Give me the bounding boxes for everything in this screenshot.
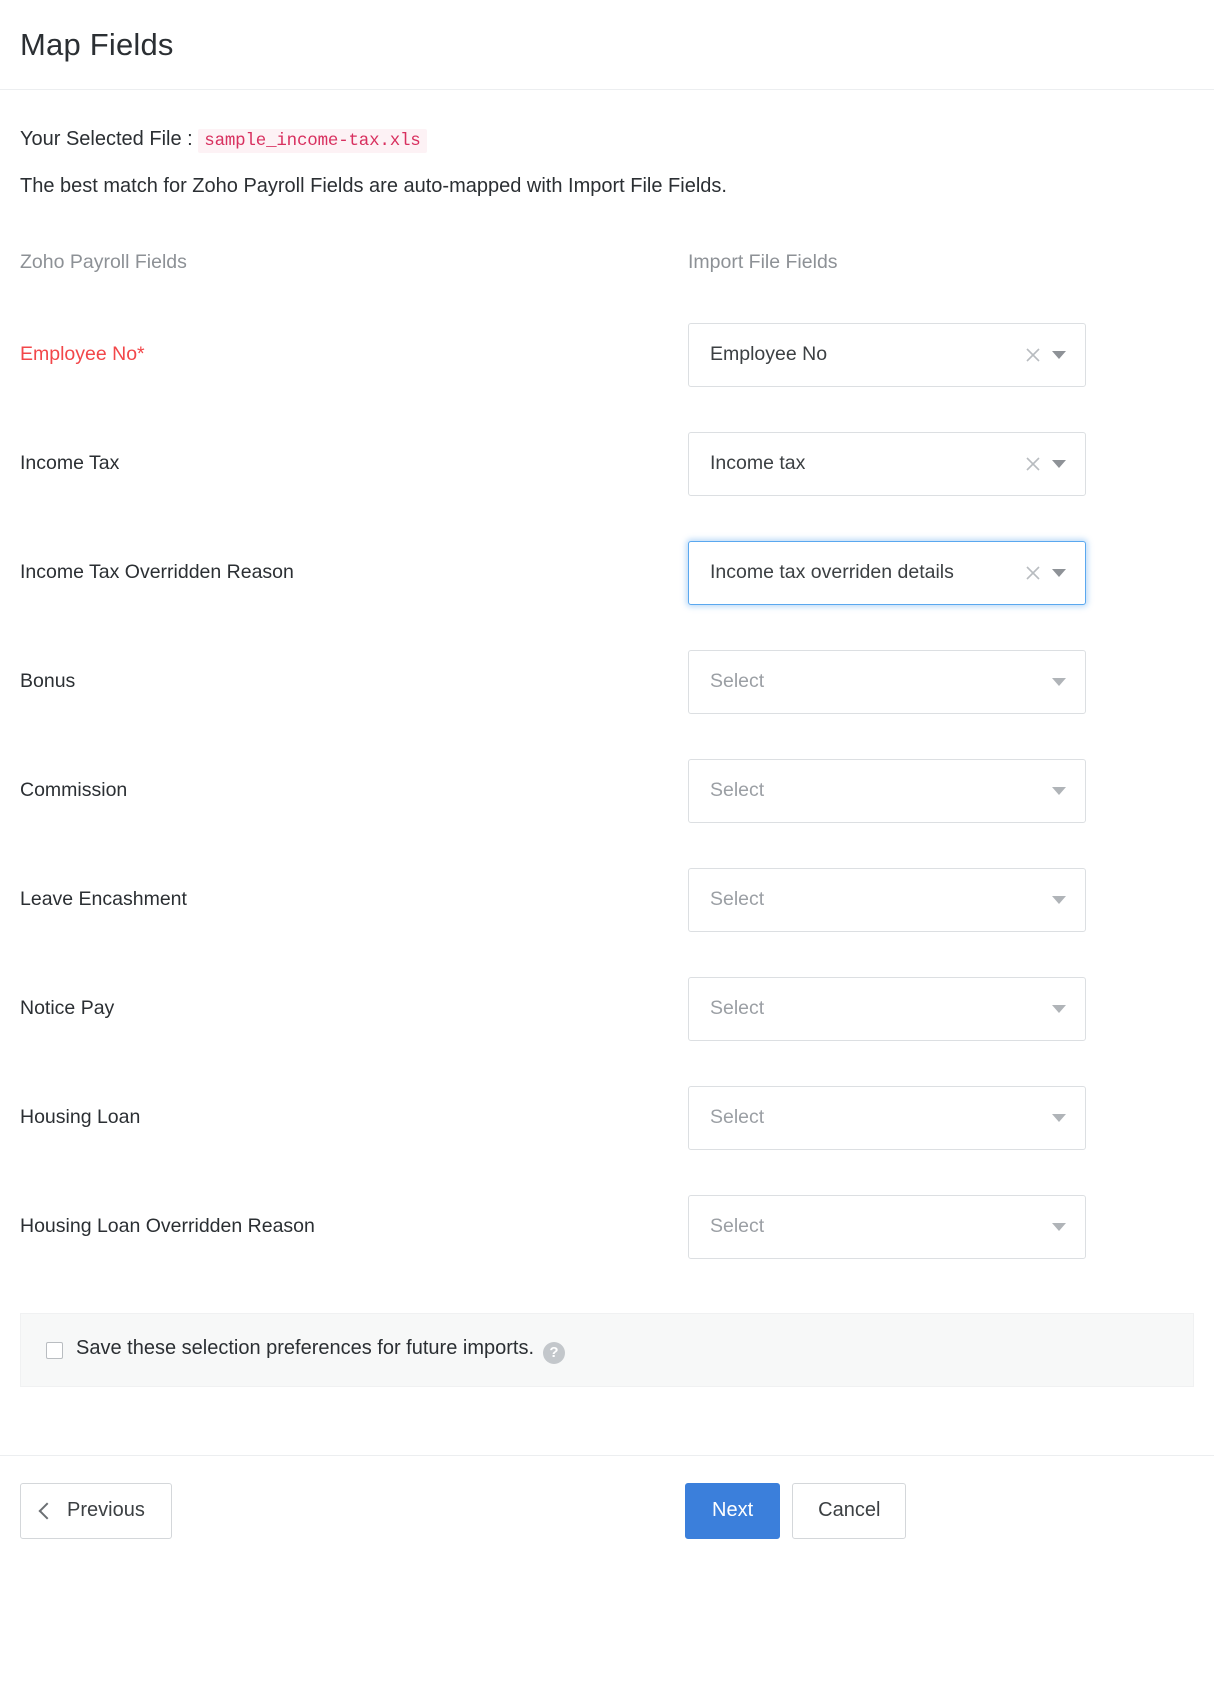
- field-mapping-row: Income Tax Overridden Reason Income tax o…: [20, 518, 1194, 627]
- import-field-select-value: Employee No: [710, 343, 1022, 366]
- import-field-select[interactable]: Income tax overriden details: [688, 541, 1086, 605]
- field-mapping-row: Leave Encashment Select: [20, 845, 1194, 954]
- field-mapping-row: Housing Loan Overridden Reason Select: [20, 1172, 1194, 1281]
- import-field-select-value: Select: [710, 1215, 1052, 1238]
- previous-button[interactable]: Previous: [20, 1483, 172, 1539]
- import-field-select-value: Income tax overriden details: [710, 561, 1022, 584]
- chevron-down-icon[interactable]: [1052, 566, 1066, 580]
- import-field-select[interactable]: Select: [688, 1195, 1086, 1259]
- save-preferences-label: Save these selection preferences for fut…: [76, 1337, 565, 1364]
- save-preferences-text: Save these selection preferences for fut…: [76, 1337, 534, 1359]
- import-field-select[interactable]: Select: [688, 977, 1086, 1041]
- payroll-field-label: Income Tax: [20, 452, 688, 475]
- import-field-select-wrapper: Select: [688, 977, 1086, 1041]
- import-field-select-wrapper: Employee No: [688, 323, 1086, 387]
- selected-file-line: Your Selected File : sample_income-tax.x…: [20, 128, 1194, 153]
- automap-description: The best match for Zoho Payroll Fields a…: [20, 175, 1194, 198]
- field-mapping-list: Employee No*Employee NoIncome TaxIncome …: [20, 300, 1194, 1281]
- payroll-field-label: Employee No*: [20, 343, 688, 366]
- import-field-select[interactable]: Select: [688, 759, 1086, 823]
- column-header-payroll-fields: Zoho Payroll Fields: [20, 251, 688, 274]
- chevron-down-icon[interactable]: [1052, 1111, 1066, 1125]
- payroll-field-label: Housing Loan: [20, 1106, 688, 1129]
- import-field-select-value: Select: [710, 997, 1052, 1020]
- clear-icon[interactable]: [1022, 453, 1044, 475]
- payroll-field-label: Leave Encashment: [20, 888, 688, 911]
- import-field-select-wrapper: Select: [688, 1086, 1086, 1150]
- import-field-select-value: Select: [710, 670, 1052, 693]
- footer-actions: Next Cancel: [685, 1483, 906, 1539]
- import-field-select-wrapper: Income tax overriden details: [688, 541, 1086, 605]
- payroll-field-label: Commission: [20, 779, 688, 802]
- chevron-down-icon[interactable]: [1052, 893, 1066, 907]
- next-button[interactable]: Next: [685, 1483, 780, 1539]
- wizard-footer: Previous Next Cancel: [0, 1455, 1214, 1565]
- chevron-left-icon: [39, 1502, 56, 1519]
- import-field-select[interactable]: Select: [688, 868, 1086, 932]
- save-preferences-bar: Save these selection preferences for fut…: [20, 1313, 1194, 1387]
- payroll-field-label: Housing Loan Overridden Reason: [20, 1215, 688, 1238]
- payroll-field-label: Income Tax Overridden Reason: [20, 561, 688, 584]
- import-field-select[interactable]: Select: [688, 1086, 1086, 1150]
- field-mapping-row: Commission Select: [20, 736, 1194, 845]
- selected-file-name: sample_income-tax.xls: [198, 129, 426, 153]
- field-mapping-row: Housing Loan Select: [20, 1063, 1194, 1172]
- map-fields-content: Your Selected File : sample_income-tax.x…: [0, 128, 1214, 1281]
- chevron-down-icon[interactable]: [1052, 1002, 1066, 1016]
- import-field-select-value: Select: [710, 888, 1052, 911]
- import-field-select-wrapper: Select: [688, 868, 1086, 932]
- field-mapping-row: Employee No* Employee No: [20, 300, 1194, 409]
- help-icon[interactable]: ?: [543, 1342, 565, 1364]
- previous-button-label: Previous: [67, 1499, 145, 1522]
- chevron-down-icon[interactable]: [1052, 457, 1066, 471]
- import-field-select[interactable]: Employee No: [688, 323, 1086, 387]
- page-title: Map Fields: [20, 27, 174, 63]
- cancel-button[interactable]: Cancel: [792, 1483, 906, 1539]
- clear-icon[interactable]: [1022, 344, 1044, 366]
- field-mapping-row: Bonus Select: [20, 627, 1194, 736]
- import-field-select-value: Income tax: [710, 452, 1022, 475]
- payroll-field-label: Bonus: [20, 670, 688, 693]
- column-header-import-fields: Import File Fields: [688, 251, 1088, 274]
- save-preferences-checkbox[interactable]: [46, 1342, 63, 1359]
- import-field-select-wrapper: Select: [688, 759, 1086, 823]
- import-field-select-wrapper: Select: [688, 1195, 1086, 1259]
- payroll-field-label: Notice Pay: [20, 997, 688, 1020]
- page-header: Map Fields: [0, 0, 1214, 90]
- import-field-select-wrapper: Income tax: [688, 432, 1086, 496]
- chevron-down-icon[interactable]: [1052, 784, 1066, 798]
- selected-file-label: Your Selected File :: [20, 128, 198, 151]
- chevron-down-icon[interactable]: [1052, 675, 1066, 689]
- import-field-select-value: Select: [710, 1106, 1052, 1129]
- import-field-select[interactable]: Select: [688, 650, 1086, 714]
- import-field-select-value: Select: [710, 779, 1052, 802]
- field-mapping-row: Notice Pay Select: [20, 954, 1194, 1063]
- chevron-down-icon[interactable]: [1052, 348, 1066, 362]
- import-field-select[interactable]: Income tax: [688, 432, 1086, 496]
- column-headers: Zoho Payroll Fields Import File Fields: [20, 251, 1194, 274]
- chevron-down-icon[interactable]: [1052, 1220, 1066, 1234]
- clear-icon[interactable]: [1022, 562, 1044, 584]
- import-field-select-wrapper: Select: [688, 650, 1086, 714]
- field-mapping-row: Income Tax Income tax: [20, 409, 1194, 518]
